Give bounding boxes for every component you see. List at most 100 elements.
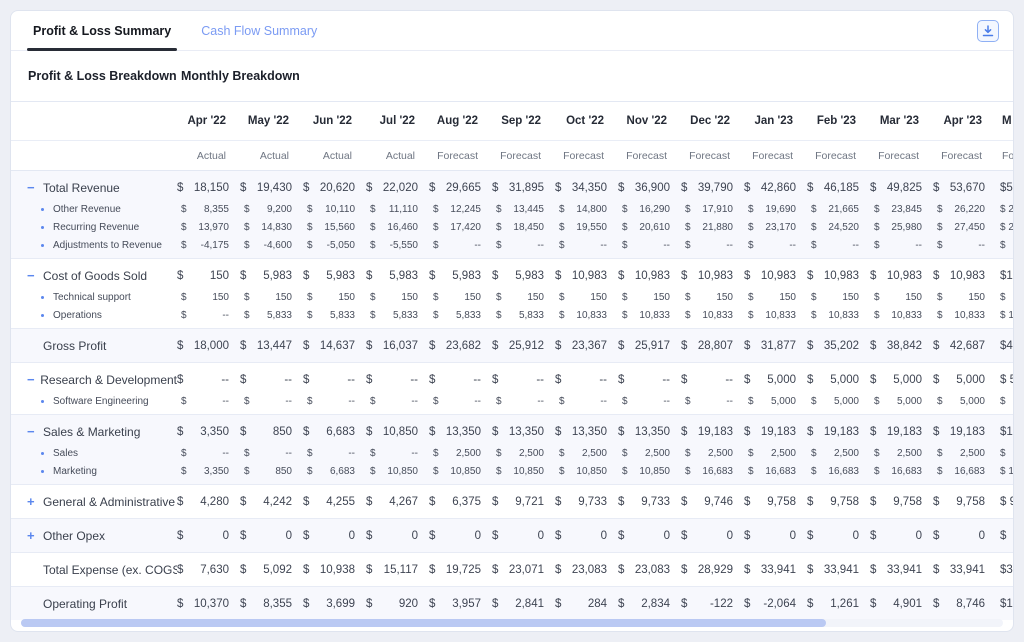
value-text: -- [411,448,418,459]
accounting-value: $28,807 [681,340,733,352]
value-text: 42,687 [950,340,985,352]
value-cell: $5,983 [366,263,429,288]
accounting-value: $0 [681,530,733,542]
column-header-period-type: Forecast [555,141,618,170]
value-text: 33,941 [761,564,796,576]
accounting-value: $21,880 [685,222,733,233]
value-cell: $10,850 [366,462,429,480]
value-cell: $0 [240,523,303,548]
value-cell: $-- [429,367,492,392]
value-cell: $0 [807,523,870,548]
value-text: 10,833 [828,310,859,321]
expand-toggle-icon[interactable]: + [27,528,43,543]
accounting-value: $16,290 [622,204,670,215]
dollar-sign: $ [744,374,750,386]
dollar-sign: $ [622,292,628,303]
value-text: 29,665 [446,182,481,194]
value-cell: $850 [240,419,303,444]
dollar-sign: $ [811,310,817,321]
value-cell: $4,901 [870,591,933,616]
accounting-value: $-- [496,396,544,407]
value-cell: $150 [177,288,240,306]
value-text: 19,690 [765,204,796,215]
accounting-value: $23,083 [555,564,607,576]
dollar-sign: $ [307,396,313,407]
value-text: 0 [349,530,355,542]
column-header-period-type: Forecast [807,141,870,170]
dollar-sign: $ [555,182,561,194]
download-button[interactable] [977,20,999,42]
accounting-value: $18,450 [496,222,544,233]
column-header-period-type: Forecast [870,141,933,170]
accounting-value: $0 [555,530,607,542]
row-label: Operations [53,310,102,321]
accounting-value: $2,834 [618,598,670,610]
dollar-sign: $ [433,448,439,459]
value-text: 5,000 [893,374,922,386]
value-cell: $2,500 [870,444,933,462]
accounting-value: $5,833 [433,310,481,321]
value-cell: $9,758 [807,489,870,514]
value-cell: $25,912 [492,333,555,358]
dollar-sign: $ [492,496,498,508]
value-cell: $10,110 [303,200,366,218]
value-cell: $7,630 [177,557,240,582]
dollar-sign: $ [622,240,628,251]
tab-profit-loss-summary[interactable]: Profit & Loss Summary [27,24,177,50]
column-header-month: Jun '22 [303,102,366,140]
row-label: Operating Profit [43,597,127,611]
accounting-value: $10,850 [496,466,544,477]
row-label-cell: −Research & Development [11,367,177,392]
dollar-sign: $ [681,182,687,194]
accounting-value: $9,200 [244,204,292,215]
dollar-sign: $ [177,270,183,282]
collapse-toggle-icon[interactable]: − [27,180,43,195]
clipped-value-cell: $3 [996,557,1014,582]
value-cell: $14,800 [555,200,618,218]
collapse-toggle-icon[interactable]: − [27,372,40,387]
accounting-value: $8,355 [240,598,292,610]
dollar-sign: $ [874,448,880,459]
row-label-cell: Total Expense (ex. COGS) [11,557,177,582]
expand-toggle-icon[interactable]: + [27,494,43,509]
tab-cash-flow-summary[interactable]: Cash Flow Summary [195,24,323,50]
value-text: 14,637 [320,340,355,352]
value-cell: $20,620 [303,175,366,200]
value-text: -5,050 [327,240,355,251]
horizontal-scrollbar-track[interactable] [21,619,1003,627]
accounting-value: $17,420 [433,222,481,233]
value-text: 10,850 [639,466,670,477]
value-cell: $-5,550 [366,236,429,254]
value-text: 33,941 [950,564,985,576]
column-header-month: Oct '22 [555,102,618,140]
bullet-icon [41,296,44,299]
dollar-sign: $ [303,564,309,576]
value-cell: $10,983 [555,263,618,288]
dollar-sign: $ [244,240,250,251]
dollar-sign: $ [559,204,565,215]
value-text: 19,183 [698,426,733,438]
value-text: -- [474,396,481,407]
table-row: Technical support$150$150$150$150$150$15… [11,288,1013,306]
accounting-value: $9,733 [555,496,607,508]
bullet-icon [41,226,44,229]
row-label: Gross Profit [43,339,106,353]
value-cell: $0 [177,523,240,548]
accounting-value: $3,350 [181,466,229,477]
value-cell: $25,917 [618,333,681,358]
value-text: 38,842 [887,340,922,352]
accounting-value: $26,220 [937,204,985,215]
accounting-value: $-5,050 [307,240,355,251]
horizontal-scrollbar-thumb[interactable] [21,619,826,627]
accounting-value: $-- [181,310,229,321]
value-text: 27,450 [954,222,985,233]
value-cell: $10,833 [618,306,681,324]
collapse-toggle-icon[interactable]: − [27,424,43,439]
dollar-sign: $ [370,396,376,407]
value-text: 3,350 [204,466,229,477]
row-label-cell: Recurring Revenue [11,218,177,236]
dollar-sign: $ [303,182,309,194]
collapse-toggle-icon[interactable]: − [27,268,43,283]
value-text: 21,880 [702,222,733,233]
value-cell: $-- [807,236,870,254]
